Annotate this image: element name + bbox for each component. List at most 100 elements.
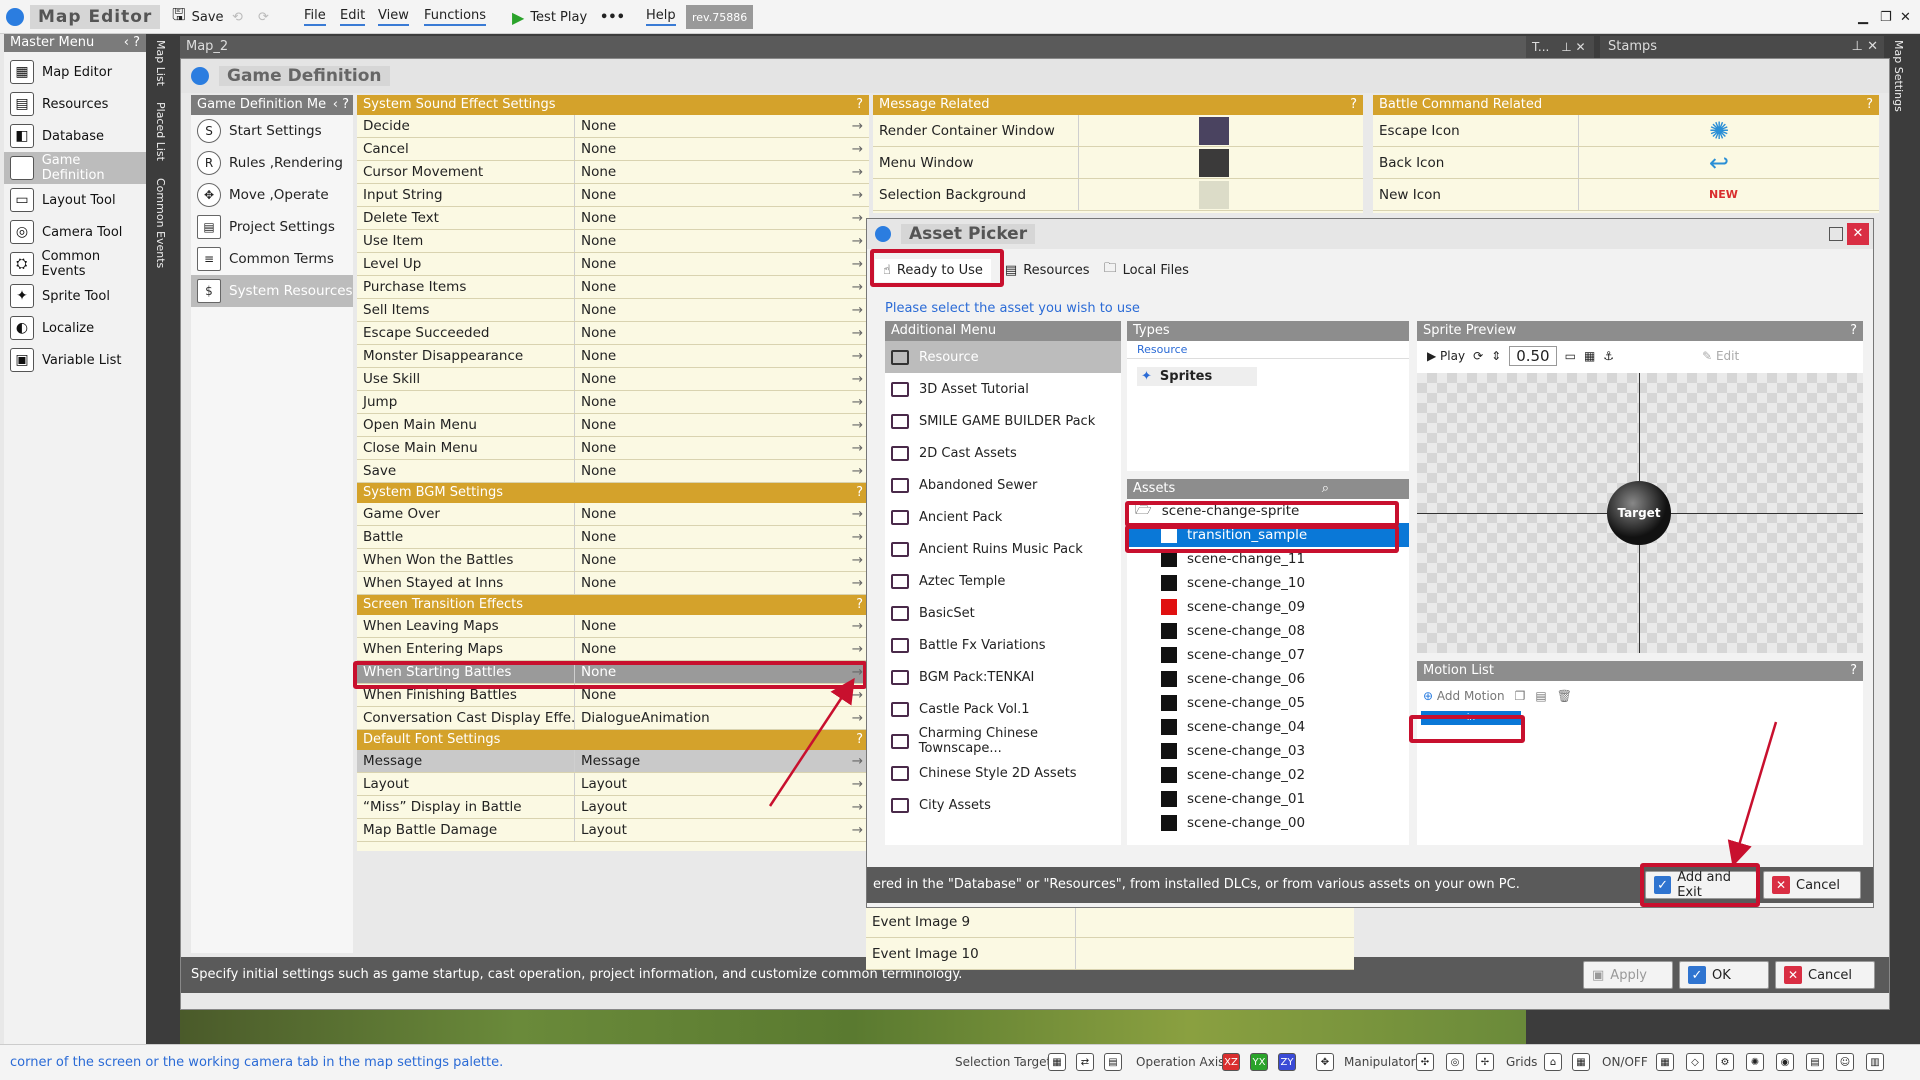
- battle-row[interactable]: Escape Icon ✺: [1373, 115, 1879, 147]
- asset-item[interactable]: scene-change_08: [1127, 619, 1409, 643]
- gd-menu-item[interactable]: R Rules ,Rendering: [191, 147, 353, 179]
- cancel-button[interactable]: ✕ Cancel: [1775, 961, 1875, 989]
- picker-cancel-button[interactable]: ✕ Cancel: [1763, 871, 1861, 899]
- sound-setting-row-value[interactable]: None: [575, 230, 869, 253]
- view-stack-icon[interactable]: ▥: [1866, 1053, 1884, 1071]
- move-gizmo-icon[interactable]: ✣: [1416, 1053, 1434, 1071]
- font-setting-row[interactable]: Map Battle Damage Layout: [357, 819, 869, 842]
- minimize-icon[interactable]: ▁: [1858, 5, 1868, 29]
- additional-menu-item[interactable]: Resource: [885, 341, 1121, 373]
- sound-setting-row[interactable]: Open Main Menu None: [357, 414, 869, 437]
- bgm-setting-row[interactable]: Battle None: [357, 526, 869, 549]
- sound-setting-row[interactable]: Decide None: [357, 115, 869, 138]
- sound-setting-row[interactable]: Monster Disappearance None: [357, 345, 869, 368]
- bgm-setting-row[interactable]: When Stayed at Inns None: [357, 572, 869, 595]
- additional-menu-item[interactable]: Charming Chinese Townscape...: [885, 725, 1121, 757]
- asset-item[interactable]: scene-change_07: [1127, 643, 1409, 667]
- test-play-button[interactable]: ▶ Test Play: [512, 5, 587, 29]
- redo-icon[interactable]: ⟳: [258, 5, 269, 29]
- message-row[interactable]: Selection Background: [873, 179, 1363, 211]
- additional-menu-item[interactable]: Ancient Pack: [885, 501, 1121, 533]
- sound-setting-row[interactable]: Save None: [357, 460, 869, 483]
- close-icon[interactable]: ✕: [1847, 223, 1869, 245]
- sound-setting-row-value[interactable]: None: [575, 460, 869, 483]
- bgm-setting-row-value[interactable]: None: [575, 572, 869, 595]
- stamps-short-tab[interactable]: T... ⊥ ✕: [1526, 36, 1594, 58]
- select-box-icon[interactable]: ▦: [1048, 1053, 1066, 1071]
- master-menu-item-selected[interactable]: ⚙ Game Definition: [4, 152, 146, 184]
- manipulator-icon[interactable]: ✥: [1316, 1053, 1334, 1071]
- transition-setting-row[interactable]: When Leaving Maps None: [357, 615, 869, 638]
- sound-setting-row-value[interactable]: None: [575, 299, 869, 322]
- gd-menu-item[interactable]: ≡ Common Terms: [191, 243, 353, 275]
- view-people-icon[interactable]: ☺: [1836, 1053, 1854, 1071]
- asset-item[interactable]: scene-change_06: [1127, 667, 1409, 691]
- sound-setting-row[interactable]: Delete Text None: [357, 207, 869, 230]
- master-menu-item[interactable]: ⛭ Common Events: [4, 248, 146, 280]
- add-motion-button[interactable]: ⊕ Add Motion: [1423, 689, 1505, 703]
- tab-local-files[interactable]: 🗀 Local Files: [1104, 259, 1189, 281]
- sound-setting-row-value[interactable]: None: [575, 138, 869, 161]
- edit-button[interactable]: ✎ Edit: [1702, 349, 1739, 363]
- sound-setting-row[interactable]: Use Skill None: [357, 368, 869, 391]
- view-light-icon[interactable]: ✺: [1746, 1053, 1764, 1071]
- map-viewport[interactable]: [180, 1010, 1526, 1044]
- type-sprites[interactable]: ✦ Sprites: [1137, 367, 1257, 386]
- font-setting-row[interactable]: Layout Layout: [357, 773, 869, 796]
- grid-icon[interactable]: ▦: [1584, 349, 1595, 363]
- additional-menu-item[interactable]: City Assets: [885, 789, 1121, 821]
- side-tab-placed-list[interactable]: Placed List: [154, 102, 167, 161]
- sound-setting-row-value[interactable]: None: [575, 161, 869, 184]
- sound-setting-row[interactable]: Input String None: [357, 184, 869, 207]
- font-setting-row[interactable]: “Miss” Display in Battle Layout: [357, 796, 869, 819]
- more-icon[interactable]: •••: [600, 5, 625, 29]
- gd-menu-item[interactable]: ✥ Move ,Operate: [191, 179, 353, 211]
- paste-icon[interactable]: ▤: [1535, 689, 1546, 703]
- axis-xz-button[interactable]: XZ: [1222, 1053, 1240, 1071]
- bgm-setting-row-value[interactable]: None: [575, 503, 869, 526]
- grid-icon[interactable]: ▦: [1572, 1053, 1590, 1071]
- battle-row[interactable]: New Icon NEW: [1373, 179, 1879, 211]
- message-row[interactable]: Menu Window: [873, 147, 1363, 179]
- bgm-setting-row-value[interactable]: None: [575, 526, 869, 549]
- sound-setting-row-value[interactable]: None: [575, 184, 869, 207]
- asset-item[interactable]: scene-change_00: [1127, 811, 1409, 835]
- sound-setting-row-value[interactable]: None: [575, 207, 869, 230]
- undo-icon[interactable]: ⟲: [232, 5, 243, 29]
- view-camera-icon[interactable]: ◉: [1776, 1053, 1794, 1071]
- menu-functions[interactable]: Functions: [424, 5, 487, 29]
- transition-setting-row-value[interactable]: DialogueAnimation: [575, 707, 869, 730]
- axis-yx-button[interactable]: YX: [1250, 1053, 1268, 1071]
- sound-setting-row-value[interactable]: None: [575, 322, 869, 345]
- font-setting-row-value[interactable]: Layout: [575, 796, 869, 819]
- additional-menu-item[interactable]: 2D Cast Assets: [885, 437, 1121, 469]
- bgm-setting-row[interactable]: When Won the Battles None: [357, 549, 869, 572]
- sound-setting-row[interactable]: Cancel None: [357, 138, 869, 161]
- transition-setting-row[interactable]: When Entering Maps None: [357, 638, 869, 661]
- sound-setting-row-value[interactable]: None: [575, 414, 869, 437]
- master-menu-item[interactable]: ◧ Database: [4, 120, 146, 152]
- asset-item[interactable]: scene-change_02: [1127, 763, 1409, 787]
- master-menu-item[interactable]: ▤ Resources: [4, 88, 146, 120]
- view-settings-icon[interactable]: ⚙: [1716, 1053, 1734, 1071]
- gd-menu-item[interactable]: ▤ Project Settings: [191, 211, 353, 243]
- master-menu-item[interactable]: ◎ Camera Tool: [4, 216, 146, 248]
- view-layer-icon[interactable]: ▤: [1806, 1053, 1824, 1071]
- anchor-icon[interactable]: ⚓: [1603, 349, 1614, 363]
- additional-menu-item[interactable]: Abandoned Sewer: [885, 469, 1121, 501]
- color-swatch[interactable]: [1199, 149, 1229, 177]
- map-tab[interactable]: Map_2: [180, 36, 1526, 58]
- asset-item[interactable]: scene-change_03: [1127, 739, 1409, 763]
- asset-item[interactable]: scene-change_05: [1127, 691, 1409, 715]
- sound-setting-row[interactable]: Level Up None: [357, 253, 869, 276]
- sound-setting-row-value[interactable]: None: [575, 115, 869, 138]
- additional-menu-item[interactable]: 3D Asset Tutorial: [885, 373, 1121, 405]
- side-tab-common-events[interactable]: Common Events: [154, 178, 167, 268]
- additional-menu-item[interactable]: Castle Pack Vol.1: [885, 693, 1121, 725]
- asset-item[interactable]: scene-change_09: [1127, 595, 1409, 619]
- sound-setting-row[interactable]: Purchase Items None: [357, 276, 869, 299]
- sound-setting-row[interactable]: Close Main Menu None: [357, 437, 869, 460]
- map-settings-tab[interactable]: Map Settings: [1892, 40, 1905, 112]
- sound-setting-row-value[interactable]: None: [575, 276, 869, 299]
- view-grid-icon[interactable]: ▦: [1656, 1053, 1674, 1071]
